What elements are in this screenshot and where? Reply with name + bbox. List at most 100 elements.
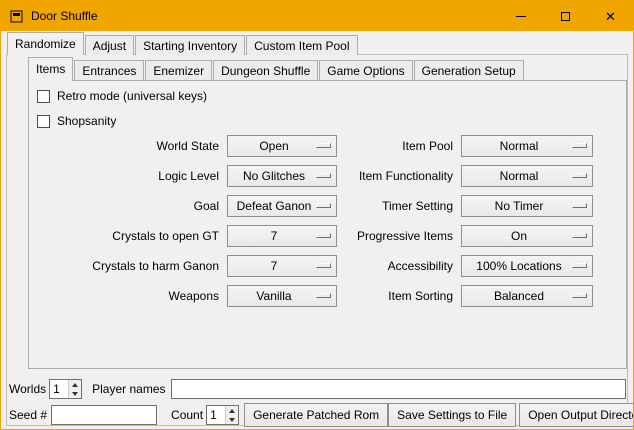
open-output-directory-button[interactable]: Open Output Directory bbox=[519, 403, 634, 427]
shopsanity-label: Shopsanity bbox=[57, 114, 116, 128]
weapons-dropdown[interactable]: Vanilla bbox=[227, 285, 337, 307]
tab-generation-setup[interactable]: Generation Setup bbox=[414, 60, 524, 80]
shopsanity-option[interactable]: Shopsanity bbox=[37, 113, 116, 129]
dropdown-value: No Timer bbox=[495, 199, 544, 213]
dropdown-value: Normal bbox=[500, 169, 539, 183]
maximize-icon bbox=[561, 12, 570, 21]
goal-label: Goal bbox=[33, 199, 221, 213]
menu-indicator-icon bbox=[316, 173, 331, 178]
menu-indicator-icon bbox=[572, 293, 587, 298]
items-panel: Retro mode (universal keys) Shopsanity W… bbox=[28, 80, 627, 369]
tab-dungeon-shuffle[interactable]: Dungeon Shuffle bbox=[213, 60, 318, 80]
retro-mode-label: Retro mode (universal keys) bbox=[57, 89, 207, 103]
close-button[interactable]: ✕ bbox=[588, 1, 633, 31]
accessibility-dropdown[interactable]: 100% Locations bbox=[461, 255, 593, 277]
close-icon: ✕ bbox=[605, 10, 616, 23]
maximize-button[interactable] bbox=[543, 1, 588, 31]
dropdown-value: 7 bbox=[271, 229, 278, 243]
menu-indicator-icon bbox=[572, 173, 587, 178]
window-controls: ✕ bbox=[498, 1, 633, 31]
worlds-spinner[interactable] bbox=[49, 379, 82, 399]
worlds-label: Worlds bbox=[9, 382, 46, 396]
menu-indicator-icon bbox=[572, 263, 587, 268]
worlds-spin-down-button[interactable] bbox=[69, 389, 81, 398]
progressive-items-label: Progressive Items bbox=[343, 229, 455, 243]
app-icon bbox=[10, 9, 24, 23]
dropdown-value: Balanced bbox=[494, 289, 544, 303]
worlds-spinner-buttons bbox=[68, 380, 81, 398]
shopsanity-checkbox[interactable] bbox=[37, 115, 50, 128]
crystals-open-gt-label: Crystals to open GT bbox=[33, 229, 221, 243]
goal-dropdown[interactable]: Defeat Ganon bbox=[227, 195, 337, 217]
menu-indicator-icon bbox=[316, 263, 331, 268]
retro-mode-option[interactable]: Retro mode (universal keys) bbox=[37, 88, 207, 104]
menu-indicator-icon bbox=[316, 143, 331, 148]
outer-tab-bar: Randomize Adjust Starting Inventory Cust… bbox=[7, 32, 359, 55]
count-spinner-buttons bbox=[225, 406, 238, 424]
worlds-row: Worlds Player names bbox=[9, 378, 626, 400]
player-names-label: Player names bbox=[92, 382, 165, 396]
world-state-label: World State bbox=[33, 139, 221, 153]
count-spin-up-button[interactable] bbox=[226, 406, 238, 415]
tab-adjust[interactable]: Adjust bbox=[85, 35, 134, 55]
dropdown-value: Vanilla bbox=[256, 289, 291, 303]
titlebar: Door Shuffle ✕ bbox=[1, 1, 633, 31]
progressive-items-dropdown[interactable]: On bbox=[461, 225, 593, 247]
player-names-input[interactable] bbox=[171, 379, 627, 399]
app-window: Door Shuffle ✕ Randomize Adjust Starting… bbox=[0, 0, 634, 430]
tab-game-options[interactable]: Game Options bbox=[319, 60, 412, 80]
accessibility-label: Accessibility bbox=[343, 259, 455, 273]
dropdown-value: 7 bbox=[271, 259, 278, 273]
item-pool-dropdown[interactable]: Normal bbox=[461, 135, 593, 157]
window-title: Door Shuffle bbox=[31, 9, 98, 23]
tab-enemizer[interactable]: Enemizer bbox=[145, 60, 212, 80]
tab-starting-inventory[interactable]: Starting Inventory bbox=[135, 35, 245, 55]
logic-level-label: Logic Level bbox=[33, 169, 221, 183]
count-spinner[interactable] bbox=[206, 405, 239, 425]
item-functionality-dropdown[interactable]: Normal bbox=[461, 165, 593, 187]
menu-indicator-icon bbox=[316, 233, 331, 238]
minimize-button[interactable] bbox=[498, 1, 543, 31]
generate-patched-rom-button[interactable]: Generate Patched Rom bbox=[244, 403, 388, 427]
item-pool-label: Item Pool bbox=[343, 139, 455, 153]
tab-randomize[interactable]: Randomize bbox=[7, 32, 84, 55]
arrow-down-icon bbox=[72, 392, 78, 396]
timer-setting-dropdown[interactable]: No Timer bbox=[461, 195, 593, 217]
tab-items[interactable]: Items bbox=[28, 57, 73, 80]
world-state-dropdown[interactable]: Open bbox=[227, 135, 337, 157]
dropdown-value: Defeat Ganon bbox=[237, 199, 312, 213]
tab-entrances[interactable]: Entrances bbox=[74, 60, 144, 80]
timer-setting-label: Timer Setting bbox=[343, 199, 455, 213]
count-input[interactable] bbox=[207, 406, 225, 424]
arrow-up-icon bbox=[72, 383, 78, 387]
retro-mode-checkbox[interactable] bbox=[37, 90, 50, 103]
tab-custom-item-pool[interactable]: Custom Item Pool bbox=[246, 35, 357, 55]
dropdown-value: Normal bbox=[500, 139, 539, 153]
options-form: World State Open Item Pool Normal Logic … bbox=[33, 131, 593, 311]
count-spin-down-button[interactable] bbox=[226, 415, 238, 424]
seed-label: Seed # bbox=[9, 408, 47, 422]
item-functionality-label: Item Functionality bbox=[343, 169, 455, 183]
crystals-open-gt-dropdown[interactable]: 7 bbox=[227, 225, 337, 247]
dropdown-value: Open bbox=[259, 139, 288, 153]
menu-indicator-icon bbox=[572, 233, 587, 238]
dropdown-value: No Glitches bbox=[243, 169, 305, 183]
save-settings-button[interactable]: Save Settings to File bbox=[388, 403, 516, 427]
seed-input[interactable] bbox=[51, 405, 157, 425]
inner-tab-bar: Items Entrances Enemizer Dungeon Shuffle… bbox=[28, 58, 525, 80]
crystals-harm-ganon-label: Crystals to harm Ganon bbox=[33, 259, 221, 273]
menu-indicator-icon bbox=[316, 203, 331, 208]
worlds-spin-up-button[interactable] bbox=[69, 380, 81, 389]
arrow-down-icon bbox=[229, 418, 235, 422]
menu-indicator-icon bbox=[572, 203, 587, 208]
crystals-harm-ganon-dropdown[interactable]: 7 bbox=[227, 255, 337, 277]
item-sorting-dropdown[interactable]: Balanced bbox=[461, 285, 593, 307]
seed-row: Seed # Count Generate Patched Rom Save S… bbox=[9, 403, 627, 427]
weapons-label: Weapons bbox=[33, 289, 221, 303]
count-label: Count bbox=[171, 408, 203, 422]
arrow-up-icon bbox=[229, 409, 235, 413]
worlds-input[interactable] bbox=[50, 380, 68, 398]
logic-level-dropdown[interactable]: No Glitches bbox=[227, 165, 337, 187]
item-sorting-label: Item Sorting bbox=[343, 289, 455, 303]
dropdown-value: On bbox=[511, 229, 527, 243]
